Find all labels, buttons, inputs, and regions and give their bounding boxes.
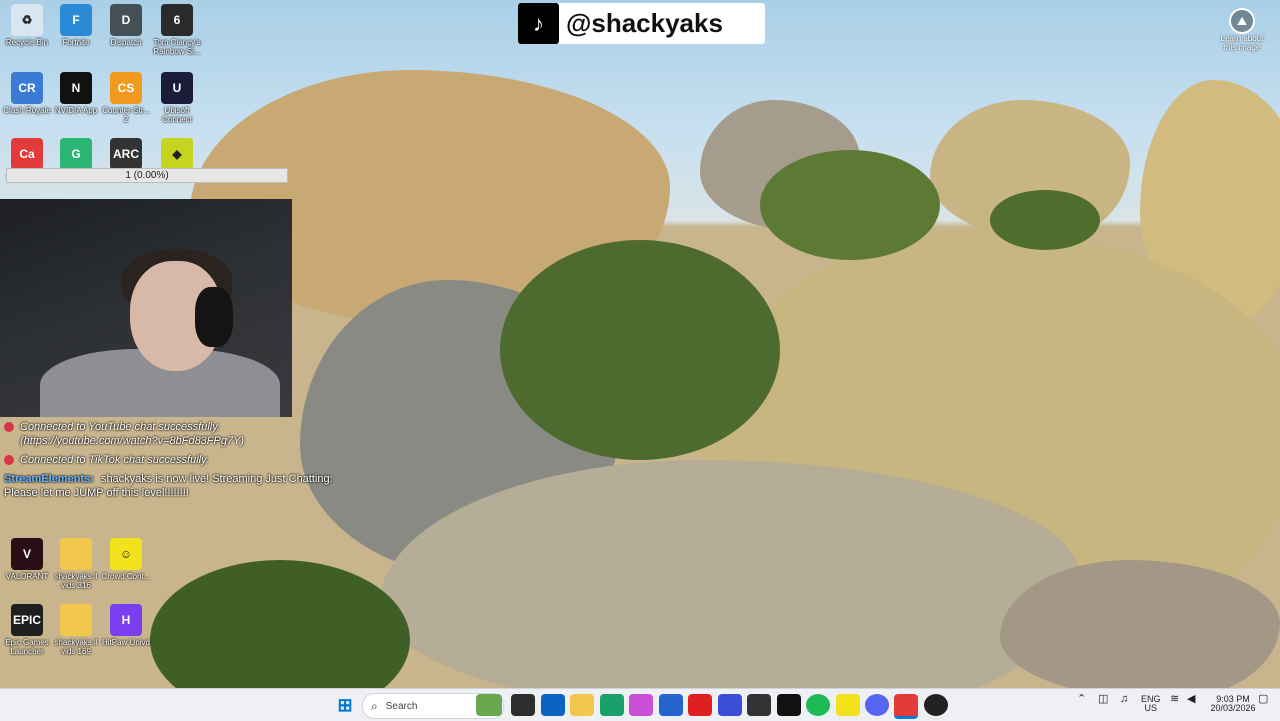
desktop-icon[interactable]: N NVIDIA App [49, 72, 103, 115]
app-icon[interactable] [718, 694, 742, 716]
task-view-icon[interactable] [511, 694, 535, 716]
fortnite-icon: F [60, 4, 92, 36]
ubisoft-icon: U [161, 72, 193, 104]
crowd-control-icon: ☺ [110, 538, 142, 570]
desktop-icon[interactable]: shackyaks ll vids 316 [49, 538, 103, 590]
games-icon: G [60, 138, 92, 170]
rainbow-six-icon: 6 [161, 4, 193, 36]
desktop-icon[interactable]: EPIC Epic Games Launcher [0, 604, 54, 656]
desktop-icon[interactable]: CR Clash Royale [0, 72, 54, 115]
arc-raiders-icon: ARC [110, 138, 142, 170]
desktop-icon[interactable]: shackyaks ll vids 169 [49, 604, 103, 656]
desktop-icon-label: Recycle Bin [5, 38, 49, 47]
caffeinated-icon: Ca [11, 138, 43, 170]
desktop-icon-label: Fortnite [62, 38, 90, 47]
nvidia-taskbar-icon[interactable] [777, 694, 801, 716]
chat-system-message: Connected to YouTube chat successfully. … [20, 421, 245, 447]
headphones-icon [195, 287, 233, 347]
geometry-dash-icon: ◆ [161, 138, 193, 170]
desktop-icon-label: shackyaks ll vids 316 [54, 572, 98, 590]
desktop-icon[interactable]: ♻ Recycle Bin [0, 4, 54, 47]
desktop-icon-label: Tom Clancy's Rainbow Si... [153, 38, 201, 56]
desktop-icon-label: VALORANT [5, 572, 49, 581]
dispatch-icon: D [110, 4, 142, 36]
copilot-icon[interactable] [629, 694, 653, 716]
tiktok-handle: @shackyaks [566, 8, 723, 38]
calculator-icon[interactable] [659, 694, 683, 716]
desktop-icon-label: HitPaw Univd [101, 638, 150, 647]
tiktok-icon [4, 455, 14, 465]
region-code: US [1144, 703, 1158, 713]
network-icon[interactable]: ◫ [1098, 694, 1108, 705]
counter-strike-icon: CS [110, 72, 142, 104]
tiktok-handle-banner: ♪ @shackyaks [518, 3, 765, 44]
widgets-icon[interactable] [476, 694, 502, 716]
desktop-icon[interactable]: F Fortnite [49, 4, 103, 47]
spotify-icon[interactable] [806, 694, 830, 716]
search-placeholder: Search [385, 700, 418, 712]
wifi-icon[interactable]: ≋ [1170, 694, 1179, 705]
clock-date: 20/03/2026 [1210, 703, 1256, 713]
taskbar: ⊞ ⌕ Search ⌃ ◫ ♫ ENG US ≋ ◀ 9:03 PM 20/0… [0, 688, 1280, 721]
chat-system-message: Connected to TikTok chat successfully. [20, 454, 209, 466]
valorant-icon: V [11, 538, 43, 570]
file-explorer-icon[interactable] [570, 694, 594, 716]
hitpaw-icon: H [110, 604, 142, 636]
tray-overflow-chevron-icon[interactable]: ⌃ [1077, 694, 1086, 705]
webcam-overlay [0, 199, 292, 417]
volume-icon[interactable]: ◀ [1187, 694, 1195, 705]
discord-icon[interactable] [865, 694, 889, 716]
desktop-icon[interactable]: 6 Tom Clancy's Rainbow Si... [150, 4, 204, 56]
folder-icon [60, 604, 92, 636]
desktop-icon[interactable]: U Ubisoft Connect [150, 72, 204, 124]
chat-message: StreamElements: shackyaks is now live! S… [4, 472, 354, 500]
language-indicator[interactable]: ENG US [1141, 695, 1161, 713]
youtube-icon [4, 422, 14, 432]
chat-source-label: StreamElements: [4, 473, 94, 485]
desktop-icon-label: Crowd Cont... [101, 572, 151, 581]
desktop-icon-label: Counter-Str... 2 [102, 106, 150, 124]
obs-icon[interactable] [924, 694, 948, 716]
microphone-icon[interactable]: ♫ [1120, 694, 1128, 705]
desktop-icon[interactable]: ☺ Crowd Cont... [99, 538, 153, 581]
desktop-icon-label: Ubisoft Connect [162, 106, 192, 124]
tiktok-logo-icon: ♪ [518, 3, 559, 44]
desktop-icon-label: shackyaks ll vids 169 [54, 638, 98, 656]
desktop-icon[interactable]: D Dispatch [99, 4, 153, 47]
chat-message: Connected to TikTok chat successfully. [4, 453, 354, 467]
edge-icon[interactable] [600, 694, 624, 716]
outlook-icon[interactable] [541, 694, 565, 716]
nvidia-icon: N [60, 72, 92, 104]
desktop-icon-label: NVIDIA App [54, 106, 98, 115]
steam-icon[interactable] [747, 694, 771, 716]
start-button[interactable]: ⊞ [333, 694, 357, 716]
crowd-control-taskbar-icon[interactable] [836, 694, 860, 716]
desktop-icon[interactable]: CS Counter-Str... 2 [99, 72, 153, 124]
desktop-icon[interactable]: V VALORANT [0, 538, 54, 581]
image-info-icon: ⛰ [1229, 8, 1255, 34]
chat-overlay: Connected to YouTube chat successfully. … [4, 420, 354, 505]
notifications-icon[interactable]: ▢ [1258, 694, 1268, 705]
search-icon: ⌕ [371, 698, 378, 713]
clash-royale-icon: CR [11, 72, 43, 104]
folder-icon [60, 538, 92, 570]
learn-about-image-label: Learn about this image [1220, 34, 1264, 52]
desktop-icon-label: Epic Games Launcher [5, 638, 49, 656]
chat-message: Connected to YouTube chat successfully. … [4, 420, 354, 448]
learn-about-image-button[interactable]: ⛰ Learn about this image [1214, 8, 1270, 52]
clock[interactable]: 9:03 PM 20/03/2026 [1208, 695, 1258, 713]
youtube-taskbar-icon[interactable] [688, 694, 712, 716]
desktop-icon[interactable]: H HitPaw Univd [99, 604, 153, 647]
epic-games-icon: EPIC [11, 604, 43, 636]
caffeinated-taskbar-icon[interactable] [894, 694, 918, 719]
progress-bar: 1 (0.00%) [6, 168, 288, 183]
desktop-icon-label: Clash Royale [3, 106, 51, 115]
desktop-icon-label: Dispatch [110, 38, 142, 47]
recycle-bin-icon: ♻ [11, 4, 43, 36]
